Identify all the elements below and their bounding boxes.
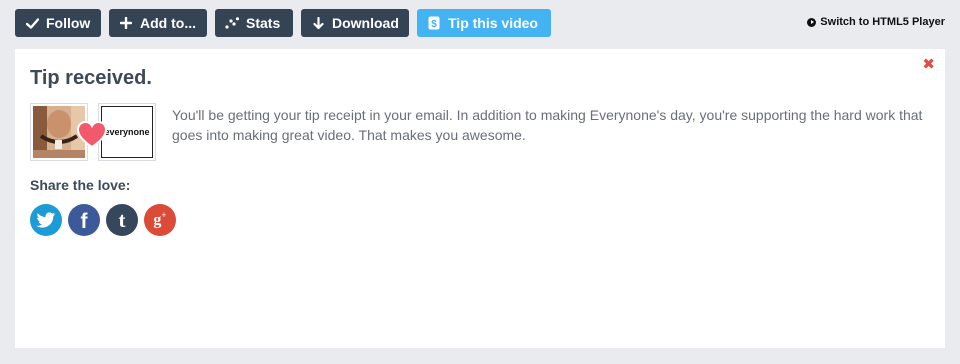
stats-button[interactable]: Stats [215,9,293,37]
action-toolbar: Follow Add to... Stats Download $ Tip th… [0,0,960,46]
share-label: Share the love: [30,177,131,193]
checkmark-icon [25,16,39,30]
tumblr-glyph: t [118,207,126,232]
download-arrow-icon [311,16,325,30]
switch-html5-player-link[interactable]: Switch to HTML5 Player [807,16,945,28]
tip-video-button[interactable]: $ Tip this video [417,9,551,37]
google-plus-glyph: g+ [153,210,167,229]
tip-message: You'll be getting your tip receipt in yo… [172,107,923,143]
follow-button-label: Follow [46,15,91,31]
tip-confirmation-panel: ✖ Tip received. everynone You'll be gett… [15,49,945,348]
add-to-button-label: Add to... [140,15,196,31]
download-button-label: Download [332,15,399,31]
add-to-button[interactable]: Add to... [109,9,207,37]
tumblr-icon[interactable]: t [106,204,138,236]
follow-button[interactable]: Follow [15,9,101,37]
twitter-icon[interactable] [30,204,62,236]
plus-icon [119,16,133,30]
stats-button-label: Stats [246,15,281,31]
switch-html5-player-label: Switch to HTML5 Player [820,16,945,28]
stats-icon [225,16,239,30]
social-share-row: f t g+ [30,204,182,236]
tip-video-button-label: Tip this video [448,15,538,31]
play-circle-icon [807,17,817,27]
dollar-icon: $ [427,16,441,30]
google-plus-icon[interactable]: g+ [144,204,176,236]
creator-logo: everynone [101,106,153,158]
facebook-icon[interactable]: f [68,204,100,236]
close-icon[interactable]: ✖ [922,55,935,75]
facebook-glyph: f [80,210,88,233]
heart-icon [76,120,108,149]
svg-text:$: $ [431,19,437,30]
panel-title: Tip received. [30,67,152,89]
download-button[interactable]: Download [301,9,409,37]
avatar-group: everynone [30,103,157,163]
